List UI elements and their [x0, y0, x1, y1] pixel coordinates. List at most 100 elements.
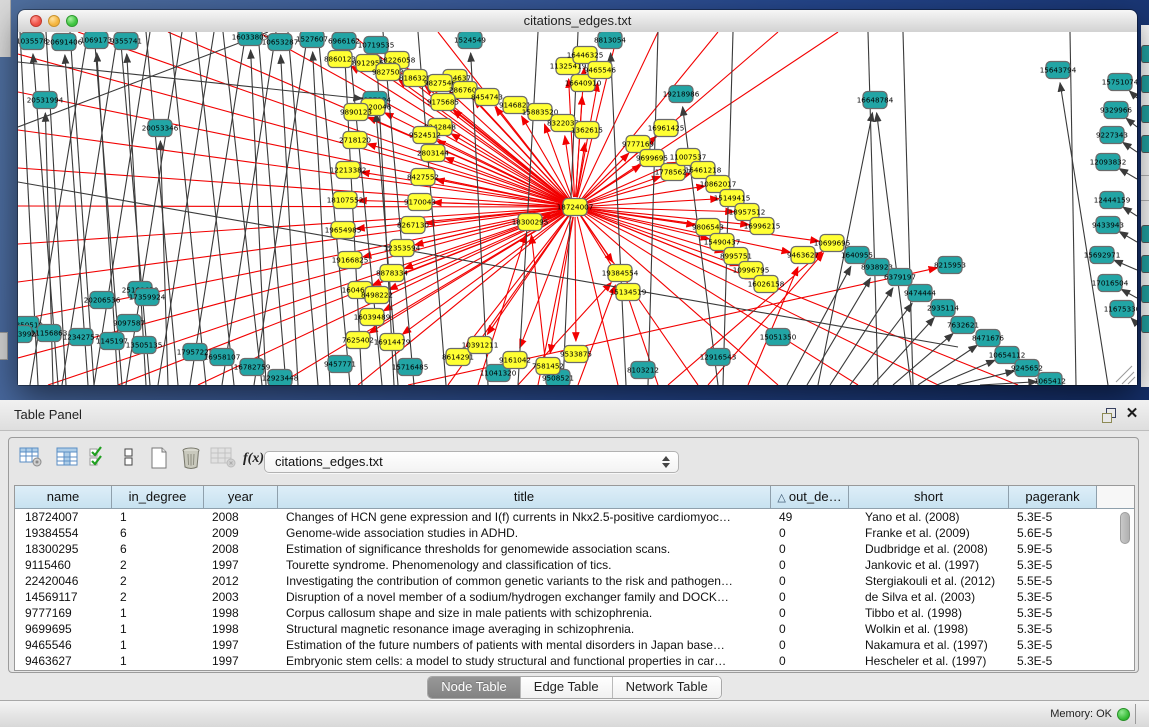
graph-node[interactable]: 6379197 — [884, 269, 916, 286]
graph-node[interactable]: 9433943 — [1092, 217, 1124, 234]
table-cell: Corpus callosum shape and size in male p… — [278, 605, 771, 621]
column-header-short[interactable]: short — [849, 486, 1009, 508]
graph-node[interactable]: 9161042 — [499, 352, 531, 369]
column-header-pagerank[interactable]: pagerank — [1009, 486, 1097, 508]
graph-node[interactable]: 9533875 — [560, 346, 592, 363]
new-table-icon[interactable] — [145, 446, 173, 472]
graph-node[interactable]: 9175685 — [427, 94, 459, 111]
column-header-title[interactable]: title — [278, 486, 771, 508]
table-row[interactable]: 1938455462009Genome-wide association stu… — [15, 525, 1134, 541]
graph-node[interactable]: 9524512 — [409, 127, 441, 144]
graph-node[interactable]: 9227343 — [1096, 127, 1128, 144]
graph-node[interactable]: 9474444 — [904, 285, 936, 302]
table-vertical-scrollbar[interactable] — [1120, 510, 1131, 668]
graph-node[interactable]: 16648784 — [857, 92, 894, 109]
graph-node[interactable]: 17016504 — [1092, 275, 1129, 292]
graph-node[interactable]: 1362615 — [571, 122, 603, 139]
network-canvas[interactable]: 1035578206914061069173935574116033809106… — [18, 32, 1137, 385]
table-row[interactable]: 1872400712008Changes of HCN gene express… — [15, 509, 1134, 525]
scrollbar-thumb[interactable] — [1120, 512, 1130, 544]
graph-node[interactable]: 7625402 — [342, 332, 374, 349]
table-row[interactable]: 911546021997Tourette syndrome. Phenomeno… — [15, 557, 1134, 573]
table-row[interactable]: 1830029562008Estimation of significance … — [15, 541, 1134, 557]
graph-node[interactable]: 19384554 — [602, 265, 639, 282]
tab-network-table[interactable]: Network Table — [612, 677, 721, 698]
graph-node[interactable]: 2803144 — [417, 145, 449, 162]
graph-node[interactable]: 19218986 — [663, 86, 700, 103]
graph-node[interactable]: 8878334 — [376, 265, 408, 282]
graph-edge — [1126, 118, 1137, 127]
delete-table-icon[interactable] — [177, 446, 205, 472]
graph-node[interactable]: 12353594 — [384, 240, 421, 257]
graph-node[interactable]: 16961425 — [648, 120, 685, 137]
select-attributes-icon[interactable] — [85, 446, 113, 472]
graph-node[interactable]: 9097587 — [113, 315, 145, 332]
graph-node[interactable]: 12444159 — [1094, 192, 1131, 209]
graph-node[interactable]: 9457771 — [324, 356, 356, 373]
graph-node[interactable]: 2718120 — [339, 132, 371, 149]
close-panel-icon[interactable]: ✕ — [1123, 405, 1141, 423]
graph-node[interactable]: 8267130 — [397, 217, 429, 234]
graph-node[interactable]: 1145197 — [96, 333, 128, 350]
graph-node[interactable]: 7581452 — [532, 358, 564, 375]
graph-node[interactable]: 15751074 — [1102, 74, 1137, 91]
table-cell: Embryonic stem cells: a model to study s… — [278, 653, 771, 669]
graph-node[interactable]: 20053346 — [142, 120, 179, 137]
resize-grip-icon[interactable] — [1116, 366, 1132, 382]
svg-text:11675330: 11675330 — [1104, 305, 1137, 314]
graph-node[interactable]: 1527607 — [296, 32, 328, 48]
graph-node[interactable]: 1035578 — [18, 33, 48, 50]
table-row[interactable]: 1456911722003Disruption of a novel membe… — [15, 589, 1134, 605]
column-header-name[interactable]: name — [15, 486, 112, 508]
graph-node[interactable]: 12923448 — [262, 370, 299, 386]
collapsed-panel-notch[interactable] — [0, 332, 8, 360]
graph-node[interactable]: 1069173 — [80, 32, 112, 49]
graph-node[interactable]: 8427552 — [407, 169, 439, 186]
resize-grip-icon[interactable] — [1128, 377, 1135, 384]
graph-node[interactable]: 9329966 — [1100, 102, 1132, 119]
graph-node[interactable]: 16914479 — [374, 334, 411, 351]
row-height-icon[interactable] — [115, 446, 143, 472]
float-panel-icon[interactable] — [1101, 407, 1117, 423]
graph-node[interactable]: 2935114 — [927, 300, 959, 317]
graph-node[interactable]: 6966162 — [328, 33, 360, 50]
graph-node[interactable]: 8471676 — [972, 330, 1004, 347]
graph-node[interactable]: 7632621 — [947, 317, 979, 334]
table-settings-icon[interactable] — [17, 446, 45, 472]
graph-node[interactable]: 9465546 — [584, 62, 616, 79]
tab-node-table[interactable]: Node Table — [428, 677, 520, 698]
table-row[interactable]: 969969511998Structural magnetic resonanc… — [15, 621, 1134, 637]
graph-node[interactable]: 1065412 — [1034, 373, 1066, 386]
graph-node[interactable]: 8813054 — [594, 32, 626, 49]
graph-node[interactable]: 8498222 — [361, 287, 393, 304]
graph-node[interactable]: 12916543 — [700, 349, 737, 366]
graph-node[interactable]: 20691406 — [46, 34, 83, 51]
graph-node[interactable]: 19166825 — [332, 252, 369, 269]
graph-node[interactable]: 9170043 — [404, 194, 436, 211]
window-titlebar[interactable]: citations_edges.txt — [18, 10, 1137, 33]
graph-node[interactable]: 8215953 — [934, 257, 966, 274]
memory-status-indicator[interactable] — [1117, 708, 1130, 721]
tab-edge-table[interactable]: Edge Table — [520, 677, 612, 698]
svg-text:11041320: 11041320 — [480, 369, 517, 378]
graph-node[interactable]: 8103212 — [627, 362, 659, 379]
graph-node[interactable]: 1524549 — [454, 32, 486, 49]
graph-node[interactable]: 11675330 — [1104, 301, 1137, 318]
column-header-year[interactable]: year — [204, 486, 278, 508]
column-header-in_degree[interactable]: in_degree — [112, 486, 204, 508]
graph-node[interactable]: 19654985 — [325, 222, 362, 239]
table-row[interactable]: 946554611997Estimation of the future num… — [15, 637, 1134, 653]
sort-ascending-icon: △ — [777, 492, 785, 504]
graph-node[interactable]: 9890123 — [340, 104, 372, 121]
column-visibility-icon[interactable] — [53, 446, 81, 472]
graph-node[interactable]: 12093832 — [1090, 154, 1127, 171]
table-select-dropdown[interactable]: citations_edges.txt — [264, 451, 679, 473]
graph-node[interactable]: 9355741 — [110, 33, 142, 50]
table-row[interactable]: 2242004622012Investigating the contribut… — [15, 573, 1134, 589]
graph-node[interactable]: 9245652 — [1011, 360, 1043, 377]
column-header-out_de[interactable]: △out_de… — [771, 486, 849, 508]
table-row[interactable]: 946362711997Embryonic stem cells: a mode… — [15, 653, 1134, 669]
table-row[interactable]: 977716911998Corpus callosum shape and si… — [15, 605, 1134, 621]
graph-node[interactable]: 9463627 — [787, 247, 819, 264]
graph-node[interactable]: 20531994 — [27, 92, 64, 109]
